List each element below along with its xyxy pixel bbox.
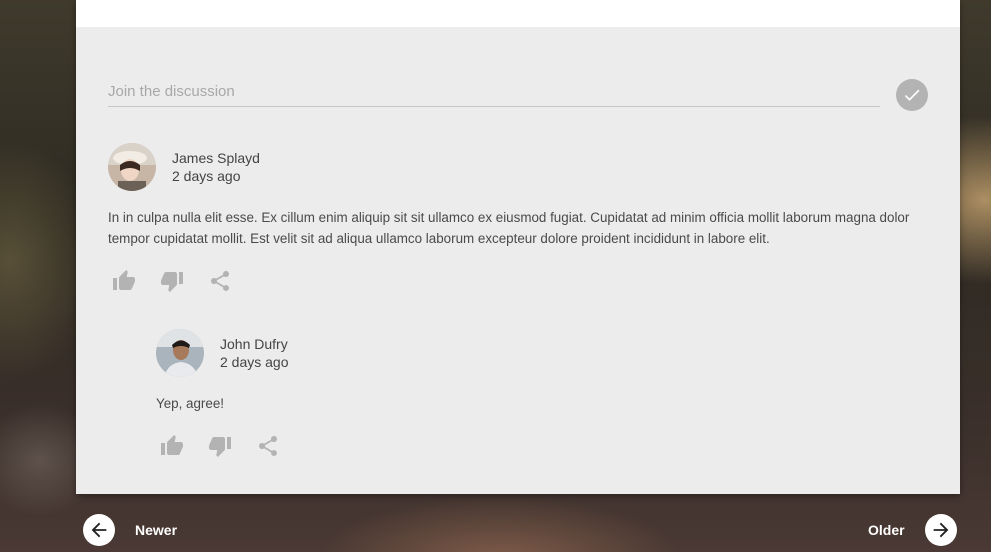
share-icon	[211, 271, 229, 291]
thumb-up-icon	[113, 270, 135, 290]
thumb-down-icon	[161, 272, 183, 292]
share-icon	[259, 436, 277, 456]
older-link[interactable]: Older	[868, 514, 957, 546]
comment-text: In in culpa nulla elit esse. Ex cillum e…	[108, 210, 910, 246]
arrow-right-icon	[924, 514, 957, 546]
share-button[interactable]	[256, 434, 280, 458]
submit-comment-button[interactable]	[896, 79, 928, 111]
arrow-left-icon	[83, 514, 115, 546]
discussion-input[interactable]	[108, 78, 880, 104]
discussion-input-wrapper	[108, 78, 880, 107]
avatar	[156, 329, 204, 377]
like-button[interactable]	[112, 269, 136, 293]
comment-time: 2 days ago	[172, 168, 241, 184]
comment-author[interactable]: John Dufry	[220, 336, 288, 352]
comment-time: 2 days ago	[220, 354, 289, 370]
check-icon	[904, 89, 920, 101]
newer-label: Newer	[135, 522, 178, 538]
thumb-down-icon	[209, 437, 231, 457]
comment-actions	[160, 434, 304, 458]
older-label: Older	[868, 522, 905, 538]
avatar	[108, 143, 156, 191]
like-button[interactable]	[160, 434, 184, 458]
comment-actions	[112, 269, 256, 293]
share-button[interactable]	[208, 269, 232, 293]
card-top-strip	[76, 0, 960, 27]
comment-author[interactable]: James Splayd	[172, 150, 260, 166]
newer-link[interactable]: Newer	[83, 514, 177, 546]
comment-text: Yep, agree!	[156, 396, 225, 411]
thumb-up-icon	[161, 435, 183, 455]
comments-card: James Splayd 2 days ago In in culpa null…	[76, 0, 960, 494]
dislike-button[interactable]	[160, 269, 184, 293]
dislike-button[interactable]	[208, 434, 232, 458]
